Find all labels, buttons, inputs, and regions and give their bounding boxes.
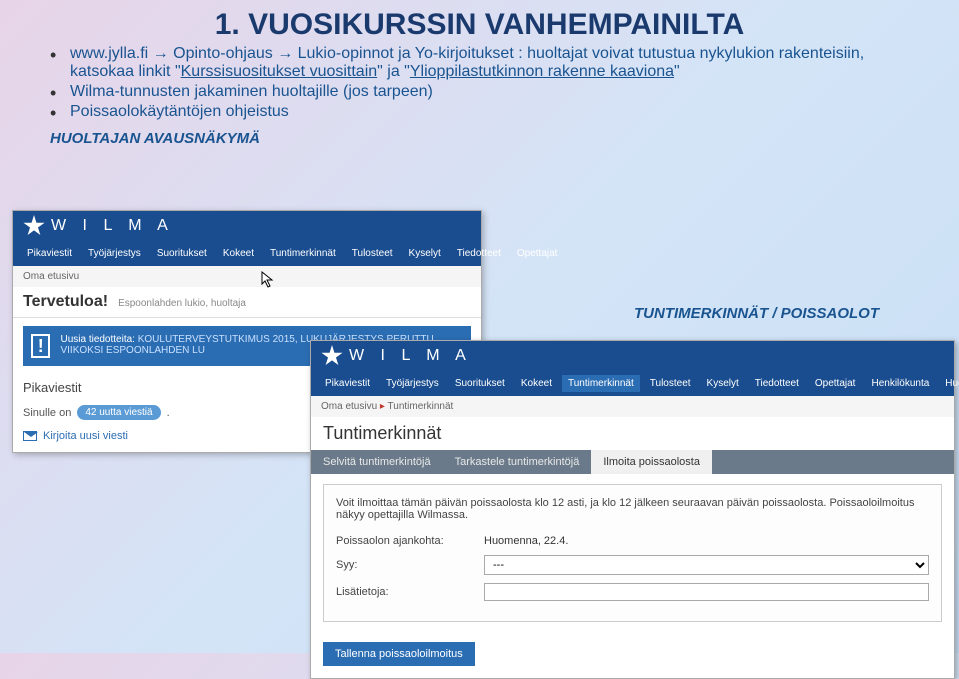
subtab-selvita[interactable]: Selvitä tuntimerkintöjä	[311, 450, 443, 474]
label-syy: Syy:	[336, 559, 476, 571]
select-syy[interactable]: ---	[484, 555, 929, 575]
subheading-avaus: HUOLTAJAN AVAUSNÄKYMÄ	[0, 126, 959, 147]
nav2-henkilokunta[interactable]: Henkilökunta	[865, 375, 935, 392]
nav2-tyojarjestys[interactable]: Työjärjestys	[380, 375, 445, 392]
subtab-ilmoita[interactable]: Ilmoita poissaolosta	[591, 450, 712, 474]
nav2-suoritukset[interactable]: Suoritukset	[449, 375, 511, 392]
nav-opettajat[interactable]: Opettajat	[511, 245, 564, 262]
bullet-3: Poissaolokäytäntöjen ohjeistus	[50, 102, 909, 122]
star-icon	[321, 345, 343, 367]
nav2-opettajat[interactable]: Opettajat	[809, 375, 862, 392]
chevron-right-icon: ▸	[380, 401, 388, 412]
label-lisatietoja: Lisätietoja:	[336, 586, 476, 598]
nav-tiedotteet[interactable]: Tiedotteet	[451, 245, 507, 262]
wilma-logo[interactable]: W I L M A	[23, 215, 174, 237]
nav-tyojarjestys[interactable]: Työjärjestys	[82, 245, 147, 262]
wilma-logo-2[interactable]: W I L M A	[321, 345, 472, 367]
input-lisatietoja[interactable]	[484, 583, 929, 601]
submit-button[interactable]: Tallenna poissaoloilmoitus	[323, 642, 475, 666]
page-title: Tuntimerkinnät	[311, 417, 954, 450]
breadcrumb-2: Oma etusivu ▸ Tuntimerkinnät	[311, 396, 954, 417]
wilma-header-2: W I L M A	[311, 341, 954, 371]
nav2-tulosteet[interactable]: Tulosteet	[644, 375, 697, 392]
exclamation-icon: !	[31, 334, 50, 358]
absence-form: Voit ilmoittaa tämän päivän poissaolosta…	[323, 484, 942, 622]
nav-kyselyt[interactable]: Kyselyt	[403, 245, 447, 262]
wilma-nav: Pikaviestit Työjärjestys Suoritukset Kok…	[13, 241, 481, 266]
link-kurssisuositukset[interactable]: Kurssisuositukset vuosittain	[181, 63, 378, 80]
nav2-tuntimerkinnat[interactable]: Tuntimerkinnät	[562, 375, 640, 392]
welcome-row: Tervetuloa! Espoonlahden lukio, huoltaja	[13, 287, 481, 318]
unread-badge[interactable]: 42 uutta viestiä	[77, 405, 160, 420]
nav-pikaviestit[interactable]: Pikaviestit	[21, 245, 78, 262]
label-ajankohta: Poissaolon ajankohta:	[336, 535, 476, 547]
bullet-2: Wilma-tunnusten jakaminen huoltajille (j…	[50, 82, 909, 102]
wilma-header: W I L M A	[13, 211, 481, 241]
nav-tulosteet[interactable]: Tulosteet	[346, 245, 399, 262]
bullet-1: www.jylla.fi → Opinto-ohjaus → Lukio-opi…	[50, 44, 909, 82]
breadcrumb-current: Tuntimerkinnät	[388, 401, 454, 412]
subtabs: Selvitä tuntimerkintöjä Tarkastele tunti…	[311, 450, 954, 474]
star-icon	[23, 215, 45, 237]
breadcrumb: Oma etusivu	[13, 266, 481, 287]
bullet-list: www.jylla.fi → Opinto-ohjaus → Lukio-opi…	[0, 44, 959, 126]
nav2-kyselyt[interactable]: Kyselyt	[701, 375, 745, 392]
envelope-icon	[23, 431, 37, 441]
nav2-tiedotteet[interactable]: Tiedotteet	[749, 375, 805, 392]
subtab-tarkastele[interactable]: Tarkastele tuntimerkintöjä	[443, 450, 592, 474]
nav-tuntimerkinnat[interactable]: Tuntimerkinnät	[264, 245, 342, 262]
label-tuntimerkinnat: TUNTIMERKINNÄT / POISSAOLOT	[634, 305, 879, 322]
nav-suoritukset[interactable]: Suoritukset	[151, 245, 213, 262]
wilma-nav-2: Pikaviestit Työjärjestys Suoritukset Kok…	[311, 371, 954, 396]
nav2-kokeet[interactable]: Kokeet	[515, 375, 558, 392]
link-ylioppilastutkinto[interactable]: Ylioppilastutkinnon rakenne kaaviona	[410, 63, 674, 80]
welcome-sub: Espoonlahden lukio, huoltaja	[118, 298, 246, 309]
nav-kokeet[interactable]: Kokeet	[217, 245, 260, 262]
wilma-tuntimerkinnat-window: W I L M A Pikaviestit Työjärjestys Suori…	[310, 340, 955, 679]
nav2-huoneet[interactable]: Huoneet	[939, 375, 959, 392]
value-ajankohta: Huomenna, 22.4.	[484, 535, 929, 547]
welcome-title: Tervetuloa!	[23, 293, 108, 311]
form-description: Voit ilmoittaa tämän päivän poissaolosta…	[336, 497, 929, 521]
slide-title: 1. VUOSIKURSSIN VANHEMPAINILTA	[0, 0, 959, 44]
nav2-pikaviestit[interactable]: Pikaviestit	[319, 375, 376, 392]
breadcrumb-home[interactable]: Oma etusivu	[321, 401, 377, 412]
